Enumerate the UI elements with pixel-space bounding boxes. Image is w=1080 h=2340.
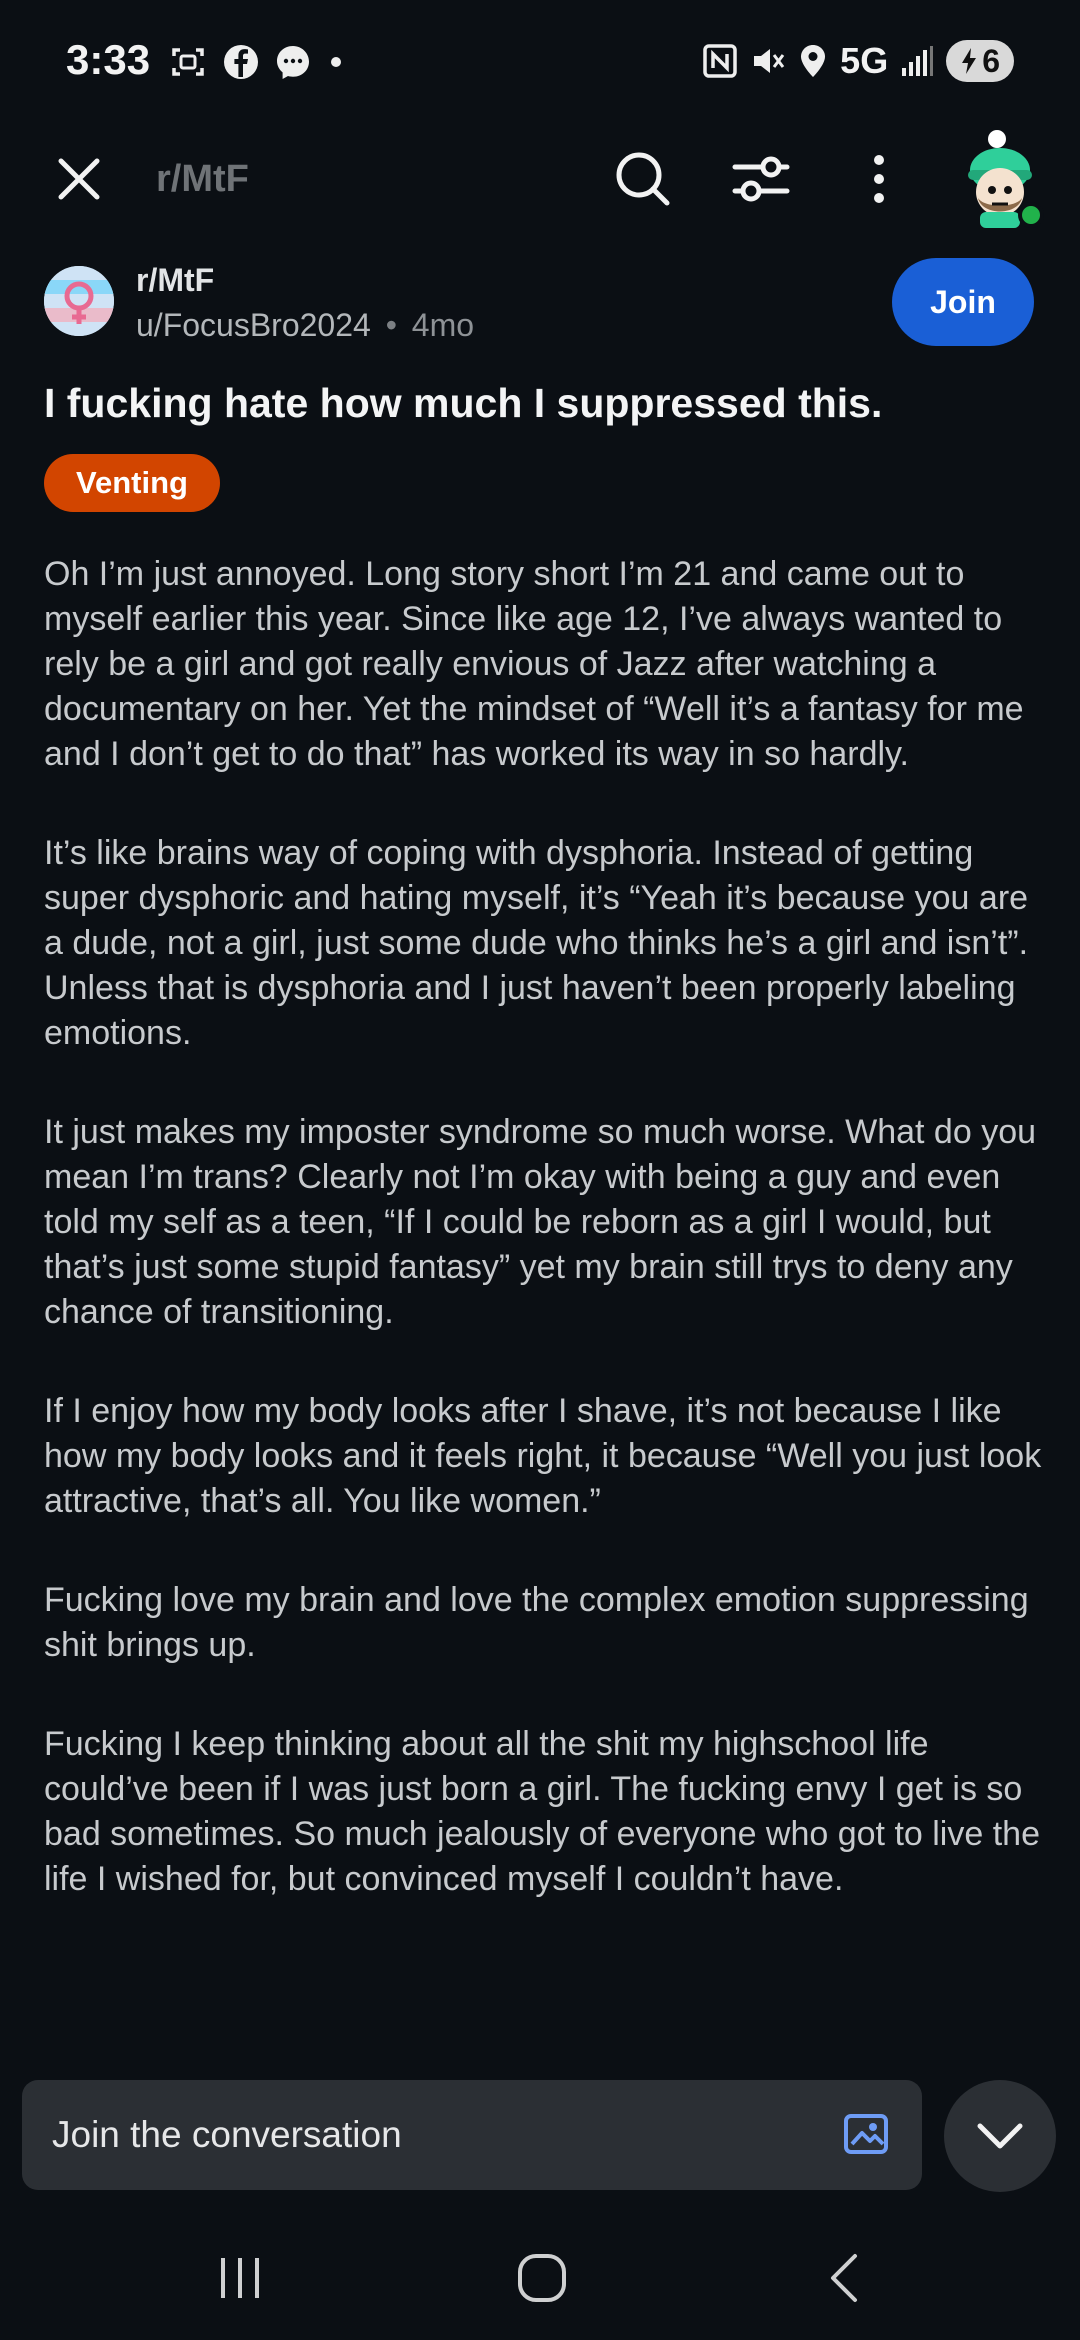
system-icons: 5G 6 — [702, 40, 1014, 82]
post-body: Oh I’m just annoyed. Long story short I’… — [44, 552, 1044, 2064]
body-paragraph: If I enjoy how my body looks after I sha… — [44, 1392, 1042, 1520]
back-button[interactable] — [804, 2238, 884, 2318]
battery-level: 6 — [982, 42, 1000, 79]
more-options-button[interactable] — [846, 146, 912, 212]
meta-separator: • — [385, 307, 397, 343]
composer-placeholder[interactable]: Join the conversation — [52, 2114, 402, 2156]
trans-symbol-icon — [44, 266, 114, 336]
collapse-button[interactable] — [944, 2080, 1056, 2192]
online-status-dot — [1018, 202, 1044, 228]
mute-icon — [754, 49, 785, 73]
top-navigation: r/MtF — [0, 120, 1080, 240]
recents-icon — [221, 2258, 259, 2298]
post-title: I fucking hate how much I suppressed thi… — [44, 380, 883, 426]
app-screen: 3:33 5G 6 r/MtF r/MtF u/FocusBro2024 • 4… — [0, 0, 1080, 2340]
recents-button[interactable] — [200, 2238, 280, 2318]
search-button[interactable] — [610, 146, 676, 212]
author-name[interactable]: u/FocusBro2024 — [136, 307, 371, 343]
body-paragraph: It’s like brains way of coping with dysp… — [44, 834, 1029, 1052]
android-navigation-bar — [0, 2210, 1080, 2340]
image-icon[interactable] — [842, 2110, 894, 2162]
messenger-icon — [277, 46, 309, 79]
network-label: 5G — [840, 40, 889, 81]
body-paragraph: Fucking I keep thinking about all the sh… — [44, 1725, 1040, 1898]
more-icon — [874, 155, 884, 203]
home-button[interactable] — [502, 2238, 582, 2318]
nfc-icon — [703, 44, 737, 78]
close-button[interactable] — [46, 146, 112, 212]
search-icon — [616, 152, 670, 206]
battery-charging-icon — [962, 48, 977, 74]
filter-button[interactable] — [728, 146, 794, 212]
battery-indicator: 6 — [946, 40, 1014, 82]
avatar[interactable] — [956, 130, 1046, 230]
screenshot-icon — [172, 48, 204, 76]
body-paragraph: Oh I’m just annoyed. Long story short I’… — [44, 555, 1024, 773]
subreddit-name[interactable]: r/MtF — [136, 262, 214, 299]
post-age: 4mo — [411, 307, 475, 343]
signal-icon — [902, 46, 934, 76]
close-icon — [58, 158, 100, 200]
join-button[interactable]: Join — [892, 258, 1034, 346]
post-flair[interactable]: Venting — [44, 454, 220, 512]
filter-icon — [732, 156, 790, 202]
body-paragraph: It just makes my imposter syndrome so mu… — [44, 1113, 1037, 1331]
body-paragraph: Fucking love my brain and love the compl… — [44, 1581, 1029, 1664]
facebook-icon — [224, 45, 258, 79]
back-icon — [831, 2254, 857, 2302]
chevron-down-icon — [977, 2123, 1023, 2149]
post-meta: u/FocusBro2024 • 4mo — [136, 307, 474, 344]
status-time: 3:33 — [66, 36, 151, 83]
status-bar: 3:33 5G 6 — [0, 0, 1080, 120]
home-icon — [518, 2254, 566, 2302]
nav-title: r/MtF — [156, 158, 249, 200]
notification-icons — [168, 42, 346, 82]
comment-composer[interactable]: Join the conversation — [22, 2080, 922, 2190]
dot-icon — [331, 57, 341, 67]
location-icon — [801, 45, 826, 77]
subreddit-icon[interactable] — [44, 266, 114, 336]
